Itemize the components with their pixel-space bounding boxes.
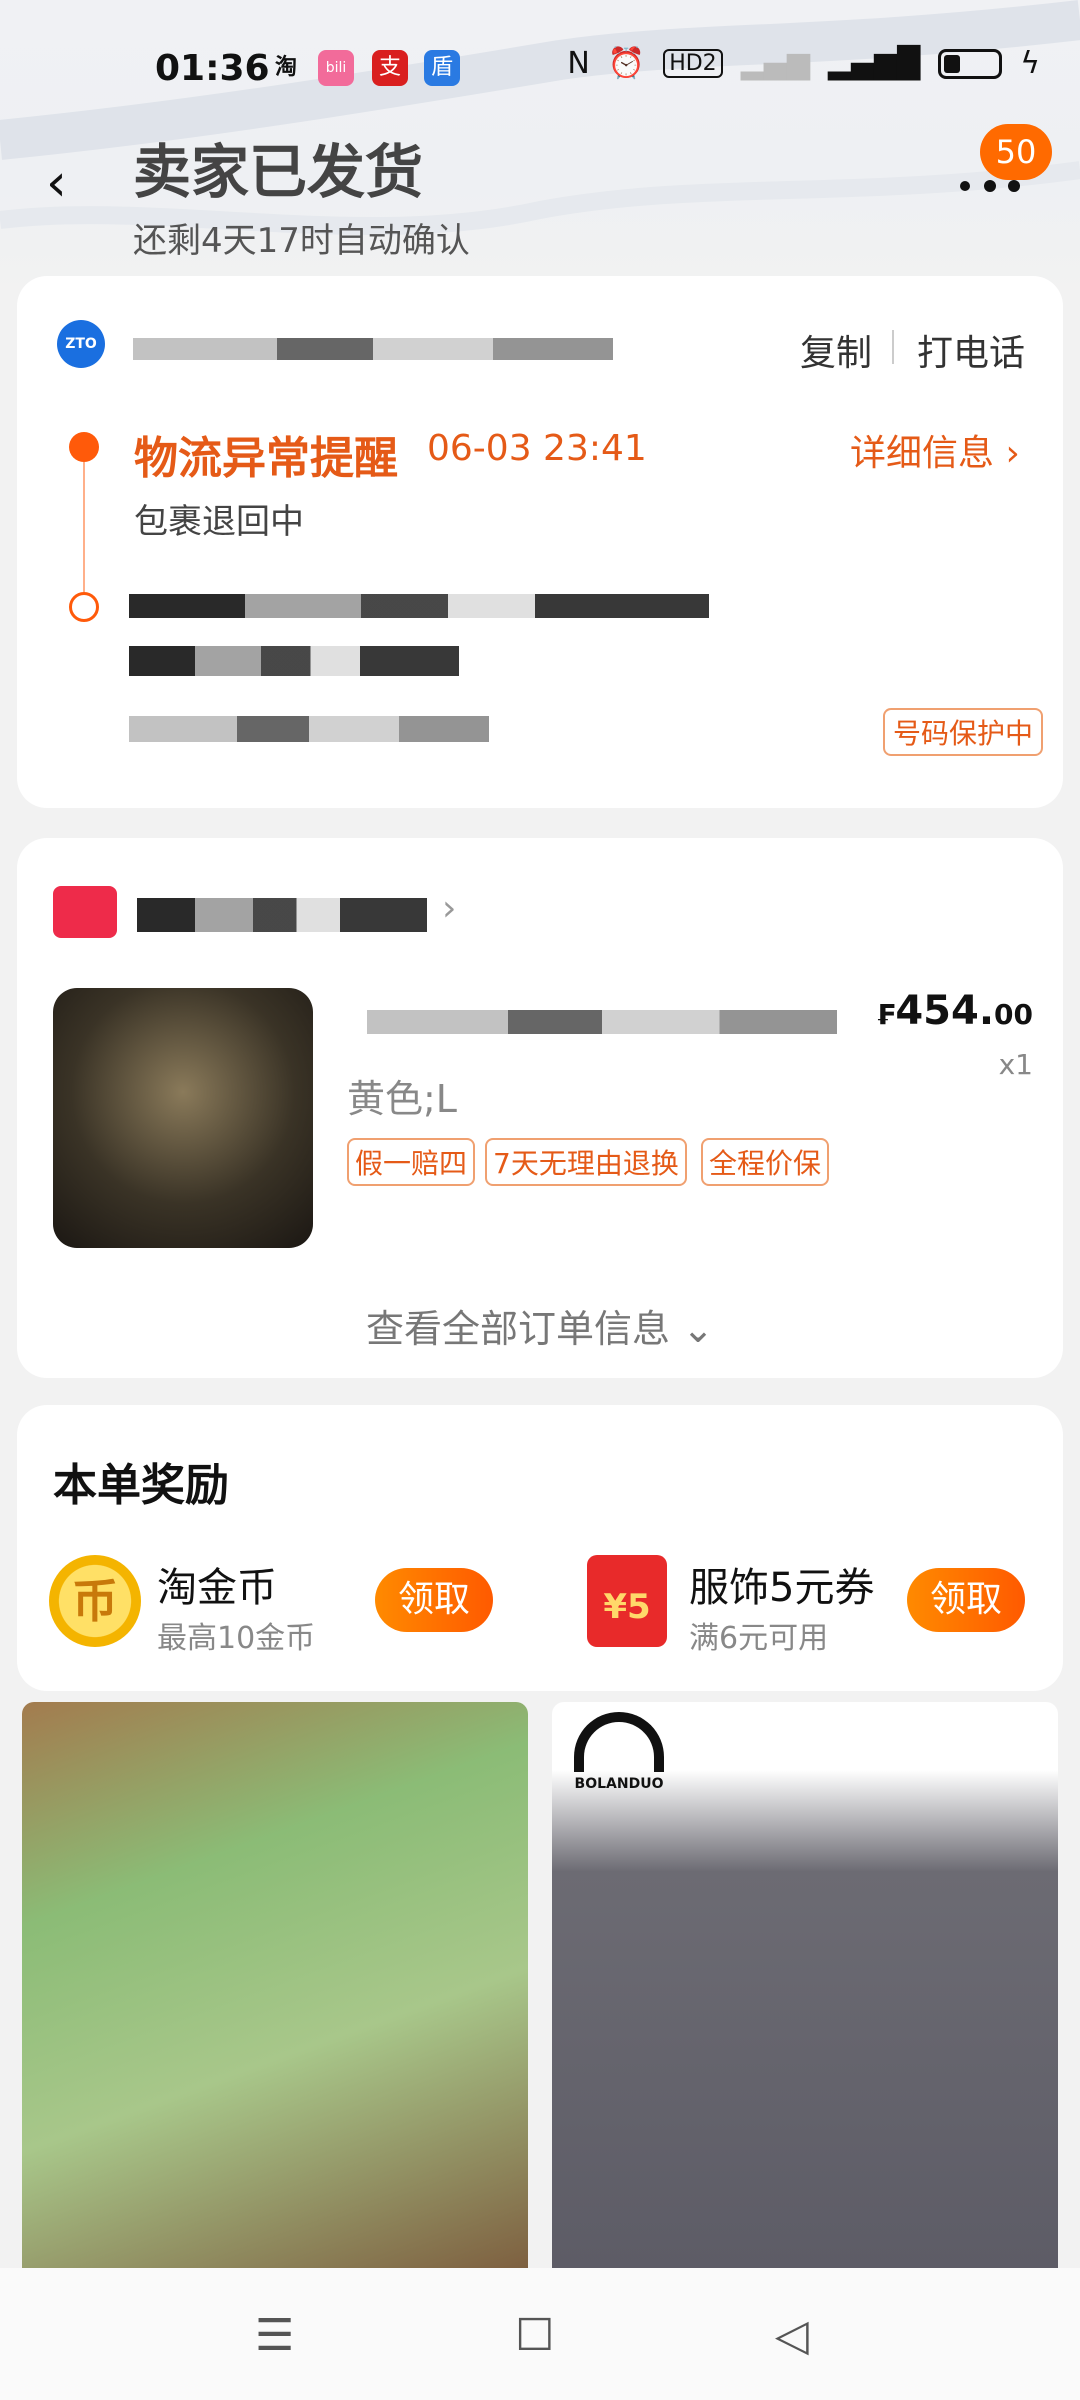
nfc-icon: N bbox=[567, 46, 590, 81]
hd-icon: HD2 bbox=[663, 49, 723, 78]
reward-subtitle: 最高10金币 bbox=[157, 1621, 316, 1656]
signal-4g-icon: ▂▄▆█ bbox=[827, 46, 921, 81]
logistics-alert-time: 06-03 23:41 bbox=[427, 428, 647, 469]
more-dot-icon bbox=[984, 180, 996, 192]
claim-coin-button[interactable]: 领取 bbox=[375, 1568, 493, 1632]
view-all-label: 查看全部订单信息 bbox=[366, 1307, 671, 1351]
redacted-product-title[interactable] bbox=[367, 1010, 837, 1034]
bilibili-notification-icon: bili bbox=[318, 50, 354, 86]
logistics-card: ZTO 复制 打电话 物流异常提醒 06-03 23:41 详细信息 › 包裹退… bbox=[17, 276, 1063, 808]
redacted-shop-name[interactable] bbox=[137, 898, 427, 932]
product-price: ₣454.00 bbox=[876, 988, 1033, 1034]
recommended-product-image[interactable] bbox=[22, 1702, 528, 2268]
brand-name: BOLANDUO bbox=[574, 1776, 664, 1792]
rewards-card: 本单奖励 币 淘金币 最高10金币 领取 ¥5 服饰5元券 满6元可用 领取 bbox=[17, 1405, 1063, 1691]
recommended-product-image[interactable]: BOLANDUO bbox=[552, 1702, 1058, 2268]
more-dot-icon bbox=[1008, 180, 1020, 192]
copy-button[interactable]: 复制 bbox=[800, 324, 872, 376]
product-image[interactable] bbox=[53, 988, 313, 1248]
shield-notification-icon: 盾 bbox=[424, 50, 460, 86]
service-tag: 假一赔四 bbox=[347, 1138, 476, 1186]
more-dot-icon bbox=[960, 181, 970, 191]
service-tag: 7天无理由退换 bbox=[485, 1138, 687, 1186]
timeline-address-dot bbox=[69, 592, 99, 622]
signal-weak-icon: ▂▄▆ bbox=[740, 46, 810, 81]
redacted-address-line bbox=[129, 646, 459, 676]
timeline-current-dot bbox=[69, 432, 99, 462]
price-decimal: 00 bbox=[994, 998, 1033, 1031]
price-integer: 454. bbox=[895, 988, 995, 1034]
call-button[interactable]: 打电话 bbox=[917, 324, 1025, 376]
chevron-right-icon: › bbox=[442, 888, 457, 929]
alarm-icon: ⏰ bbox=[607, 46, 646, 81]
status-time: 01:36 bbox=[155, 48, 270, 89]
brand-mark-icon bbox=[574, 1712, 664, 1772]
parcel-status: 包裹退回中 bbox=[134, 502, 304, 542]
back-nav-icon[interactable]: ◁ bbox=[775, 2310, 809, 2361]
logistics-detail-link[interactable]: 详细信息 › bbox=[850, 424, 1020, 476]
view-all-order-info[interactable]: 查看全部订单信息 ⌄ bbox=[17, 1298, 1063, 1353]
order-card: › ₣454.00 x1 黄色;L 假一赔四 7天无理由退换 全程价保 查看全部… bbox=[17, 838, 1063, 1378]
redacted-recipient bbox=[129, 716, 489, 742]
brand-logo: BOLANDUO bbox=[564, 1712, 674, 1792]
battery-icon bbox=[938, 48, 1003, 79]
page-title: 卖家已发货 bbox=[133, 138, 424, 206]
system-navigation-bar: ☰ ☐ ◁ bbox=[0, 2268, 1080, 2400]
claim-coupon-button[interactable]: 领取 bbox=[907, 1568, 1025, 1632]
chevron-right-icon: › bbox=[1005, 433, 1020, 474]
alipay-notification-icon: 支 bbox=[372, 50, 408, 86]
product-sku: 黄色;L bbox=[347, 1077, 457, 1121]
service-tag: 全程价保 bbox=[701, 1138, 830, 1186]
logistics-alert-title: 物流异常提醒 bbox=[134, 433, 398, 484]
shop-icon bbox=[53, 886, 117, 938]
message-count-badge: 50 bbox=[980, 124, 1052, 180]
auto-confirm-countdown: 还剩4天17时自动确认 bbox=[133, 221, 470, 261]
status-indicators: N ⏰ HD2 ▂▄▆ ▂▄▆█ ϟ bbox=[567, 46, 1040, 81]
menu-icon[interactable]: ☰ bbox=[255, 2310, 294, 2361]
courier-logo-icon: ZTO bbox=[57, 320, 105, 368]
reward-name: 服饰5元券 bbox=[689, 1565, 875, 1611]
price-symbol: ₣ bbox=[875, 998, 896, 1031]
timeline-line bbox=[83, 462, 85, 592]
divider bbox=[892, 330, 894, 364]
rewards-title: 本单奖励 bbox=[53, 1460, 229, 1511]
detail-label: 详细信息 bbox=[850, 433, 995, 474]
redacted-tracking-number bbox=[133, 338, 613, 360]
redacted-address-line bbox=[129, 594, 709, 618]
home-icon[interactable]: ☐ bbox=[515, 2310, 554, 2361]
reward-subtitle: 满6元可用 bbox=[689, 1621, 829, 1656]
product-quantity: x1 bbox=[998, 1048, 1033, 1081]
chevron-down-icon: ⌄ bbox=[682, 1307, 714, 1351]
number-protection-badge: 号码保护中 bbox=[883, 708, 1044, 756]
charging-icon: ϟ bbox=[1020, 46, 1040, 81]
status-bar: 01:36 淘 bili 支 盾 N ⏰ HD2 ▂▄▆ ▂▄▆█ ϟ bbox=[0, 36, 1080, 106]
taobao-notification-icon: 淘 bbox=[274, 55, 297, 80]
reward-name: 淘金币 bbox=[157, 1565, 277, 1611]
coupon-icon: ¥5 bbox=[587, 1555, 667, 1647]
gold-coin-icon: 币 bbox=[49, 1555, 141, 1647]
back-button[interactable]: ‹ bbox=[46, 157, 86, 210]
